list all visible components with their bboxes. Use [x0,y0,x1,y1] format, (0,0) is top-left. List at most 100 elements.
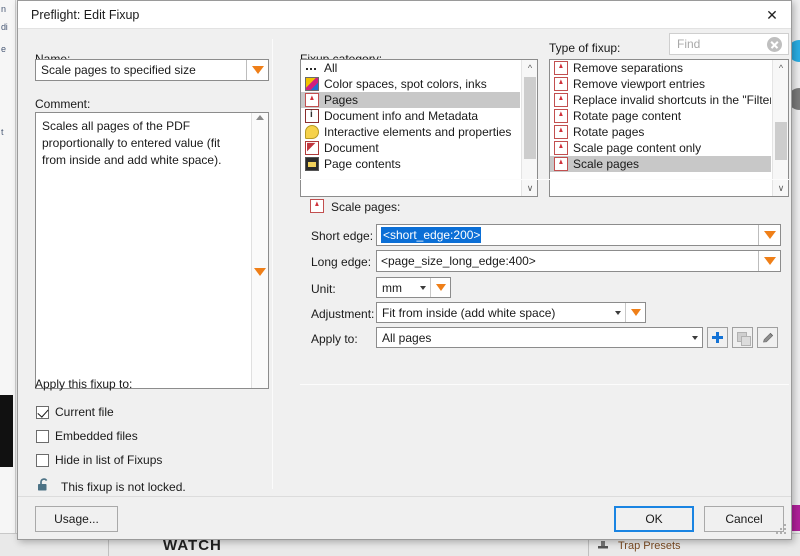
chevron-down-icon[interactable] [688,328,702,347]
color-swatch-icon [305,77,319,91]
list-item-selected[interactable]: Pages [301,92,520,108]
scroll-up-icon[interactable]: ^ [773,60,788,76]
list-item-selected[interactable]: Scale pages [550,156,771,172]
comment-textarea[interactable]: Scales all pages of the PDF proportional… [35,112,269,389]
dialog-footer: Usage... OK Cancel [18,496,791,539]
adjustment-dropdown-arrow-icon[interactable] [625,303,645,322]
ok-button[interactable]: OK [614,506,694,532]
plus-icon [712,332,723,343]
list-item[interactable]: Document info and Metadata [301,108,520,124]
pdf-page-icon [554,77,568,91]
clear-circle-icon[interactable] [767,36,782,52]
find-placeholder: Find [677,37,701,51]
fixup-type-list[interactable]: Remove separations Remove viewport entri… [549,59,789,197]
long-edge-dropdown-icon[interactable] [758,251,780,271]
scroll-down-icon[interactable] [254,268,266,276]
list-item[interactable]: Scale page content only [550,140,771,156]
pdf-page-icon [554,141,568,155]
long-edge-input[interactable]: <page_size_long_edge:400> [376,250,781,272]
edit-fixup-dialog: Preflight: Edit Fixup ✕ Name: Scale page… [17,0,792,540]
panel-divider [272,39,273,489]
close-icon[interactable]: ✕ [757,3,787,27]
list-item[interactable]: All [301,60,520,76]
short-edge-label: Short edge: [311,229,374,243]
apply-to-dropdown[interactable]: All pages [376,327,703,348]
adjustment-dropdown[interactable]: Fit from inside (add white space) [376,302,646,323]
usage-button[interactable]: Usage... [35,506,118,532]
list-item-label: Document [324,141,379,155]
scroll-down-icon[interactable]: ∨ [522,180,537,196]
pencil-icon [761,331,775,345]
list-item[interactable]: Interactive elements and properties [301,124,520,140]
checkbox-box[interactable] [36,405,49,419]
fixup-type-scrollbar[interactable]: ^ ∨ [772,60,788,196]
list-item[interactable]: Remove viewport entries [550,76,771,92]
checkbox-box[interactable] [36,453,49,467]
list-item[interactable]: Remove separations [550,60,771,76]
scroll-down-icon[interactable]: ∨ [773,180,788,196]
unit-label: Unit: [311,282,336,296]
duplicate-condition-button[interactable] [732,327,753,348]
unit-dropdown[interactable]: mm [376,277,451,298]
short-edge-input[interactable]: <short_edge:200> [376,224,781,246]
list-item-label: Color spaces, spot colors, inks [324,77,487,91]
apply-to-value: All pages [382,330,432,345]
edit-condition-button[interactable] [757,327,778,348]
list-item[interactable]: Rotate page content [550,108,771,124]
list-item-label: Rotate page content [573,109,682,123]
pdf-page-icon [554,157,568,171]
chevron-down-icon[interactable] [416,278,430,297]
dots-icon [305,61,319,75]
settings-separator [300,179,789,180]
cancel-button[interactable]: Cancel [704,506,784,532]
list-item[interactable]: Replace invalid shortcuts in the "Filter… [550,92,771,108]
duplicate-icon [736,331,751,346]
settings-panel-title: Scale pages: [331,200,401,214]
pdf-page-icon [554,125,568,139]
background-magenta-bar [792,505,800,531]
pdf-page-icon [554,109,568,123]
resize-grip[interactable] [776,524,788,536]
list-item[interactable]: Page contents [301,156,520,172]
scrollbar-thumb[interactable] [775,122,787,160]
find-input[interactable]: Find [669,33,789,55]
list-item-label: Remove separations [573,61,684,75]
add-condition-button[interactable] [707,327,728,348]
list-item-label: Scale page content only [573,141,702,155]
scroll-up-icon[interactable] [256,115,264,120]
chevron-down-icon[interactable] [246,60,268,80]
comment-scrollbar[interactable] [251,113,268,388]
checkbox-current-file[interactable]: Current file [36,405,114,419]
checkbox-box[interactable] [36,429,49,443]
checkbox-label: Current file [55,405,114,419]
background-trap-presets-label: Trap Presets [618,540,681,552]
checkbox-label: Embedded files [55,429,138,443]
list-item[interactable]: Color spaces, spot colors, inks [301,76,520,92]
unit-value: mm [382,280,402,295]
background-edge-text: e [1,44,6,54]
lock-status-text: This fixup is not locked. [61,479,186,494]
dialog-title: Preflight: Edit Fixup [31,8,140,22]
chevron-down-icon[interactable] [611,303,625,322]
fixup-category-list[interactable]: All Color spaces, spot colors, inks Page… [300,59,538,197]
scroll-up-icon[interactable]: ^ [522,60,537,76]
checkbox-embedded-files[interactable]: Embedded files [36,429,138,443]
checkbox-hide-in-list[interactable]: Hide in list of Fixups [36,453,162,467]
apply-to-label: Apply to: [311,332,358,346]
list-item-label: Rotate pages [573,125,645,139]
short-edge-dropdown-icon[interactable] [758,225,780,245]
list-item[interactable]: Document [301,140,520,156]
list-item-label: Remove viewport entries [573,77,706,91]
list-item-label: Pages [324,93,359,107]
lock-status: This fixup is not locked. [36,477,186,496]
unit-dropdown-arrow-icon[interactable] [430,278,450,297]
scrollbar-thumb[interactable] [524,77,536,159]
fixup-name-combobox[interactable]: Scale pages to specified size [35,59,269,81]
apply-fixup-to-label: Apply this fixup to: [35,377,133,391]
list-item-label: Scale pages [573,157,640,171]
fixup-category-scrollbar[interactable]: ^ ∨ [521,60,537,196]
background-edge-text: t [1,127,4,137]
list-item[interactable]: Rotate pages [550,124,771,140]
fixup-type-list-items: Remove separations Remove viewport entri… [550,60,771,196]
comment-text: Scales all pages of the PDF proportional… [42,119,222,167]
